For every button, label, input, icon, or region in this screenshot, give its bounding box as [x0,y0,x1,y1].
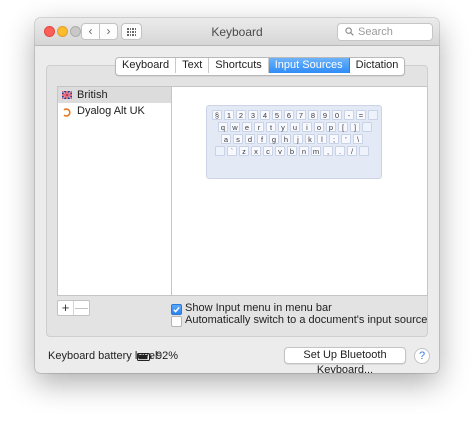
checkmark-icon [173,306,180,313]
key: f [257,134,267,144]
key: \ [353,134,363,144]
key: j [293,134,303,144]
list-item-british[interactable]: British [58,87,171,103]
key: d [245,134,255,144]
tab-bar: Keyboard Text Shortcuts Input Sources Di… [115,57,406,76]
key [368,110,378,120]
keyboard-row: § 1 2 3 4 5 6 7 8 9 0 - = [212,110,381,120]
setup-bluetooth-keyboard-button[interactable]: Set Up Bluetooth Keyboard... [284,347,406,373]
keyboard-row: q w e r t y u i o p [ ] [212,122,381,132]
preferences-window: ‹ › Keyboard Keyboard Text Shortcuts Inp… [35,18,439,373]
key: r [254,122,264,132]
key: v [275,146,285,156]
key: ' [341,134,351,144]
auto-switch-checkbox[interactable] [171,316,182,327]
key: m [311,146,321,156]
key [215,146,225,156]
battery-level-value: 92% [156,350,179,362]
key: 3 [248,110,258,120]
key: 4 [260,110,270,120]
uk-flag-icon [62,91,72,99]
key: u [290,122,300,132]
search-icon [345,27,354,36]
key: l [317,134,327,144]
keyboard-row: a s d f g h j k l ; ' \ [212,134,381,144]
key: 9 [320,110,330,120]
key: s [233,134,243,144]
key [362,122,372,132]
key: 1 [224,110,234,120]
key: ; [329,134,339,144]
key: w [230,122,240,132]
list-add-remove-control: + — [57,300,90,316]
key: 7 [296,110,306,120]
tab-input-sources[interactable]: Input Sources [268,58,350,73]
search-field[interactable] [337,23,433,41]
key: t [266,122,276,132]
keyboard-preview-pane: § 1 2 3 4 5 6 7 8 9 0 - = q w e r t y u … [172,86,428,296]
key: 6 [284,110,294,120]
title-bar: ‹ › Keyboard [35,18,439,46]
auto-switch-label[interactable]: Automatically switch to a document's inp… [185,314,427,326]
key: ` [227,146,237,156]
key: b [287,146,297,156]
key: 0 [332,110,342,120]
show-input-menu-checkbox[interactable] [171,304,182,315]
key: p [326,122,336,132]
source-label: Dyalog Alt UK [77,105,145,117]
key: a [221,134,231,144]
show-input-menu-label[interactable]: Show Input menu in menu bar [185,302,332,314]
key: [ [338,122,348,132]
remove-input-source-button[interactable]: — [73,301,89,315]
keyboard-layout-preview: § 1 2 3 4 5 6 7 8 9 0 - = q w e r t y u … [206,105,382,179]
key: o [314,122,324,132]
keyboard-row: ` z x c v b n m , . / [212,146,381,156]
key: z [239,146,249,156]
key: 2 [236,110,246,120]
search-input[interactable] [358,25,428,39]
tab-text[interactable]: Text [176,58,210,73]
key: , [323,146,333,156]
source-label: British [77,89,108,101]
battery-icon [137,352,152,361]
dyalog-icon [63,106,71,117]
key: c [263,146,273,156]
key: n [299,146,309,156]
key: / [347,146,357,156]
key: § [212,110,222,120]
key [359,146,369,156]
key: h [281,134,291,144]
key: 5 [272,110,282,120]
help-button[interactable]: ? [414,348,430,364]
key: y [278,122,288,132]
key: e [242,122,252,132]
key: g [269,134,279,144]
input-sources-list[interactable]: British Dyalog Alt UK [57,86,172,296]
key: ] [350,122,360,132]
add-input-source-button[interactable]: + [58,301,73,315]
key: i [302,122,312,132]
key: - [344,110,354,120]
key: x [251,146,261,156]
tab-dictation[interactable]: Dictation [349,58,405,73]
key: 8 [308,110,318,120]
key: q [218,122,228,132]
key: . [335,146,345,156]
tab-keyboard[interactable]: Keyboard [116,58,177,73]
key: = [356,110,366,120]
key: k [305,134,315,144]
tab-shortcuts[interactable]: Shortcuts [209,58,269,73]
list-item-dyalog-alt-uk[interactable]: Dyalog Alt UK [58,103,171,119]
